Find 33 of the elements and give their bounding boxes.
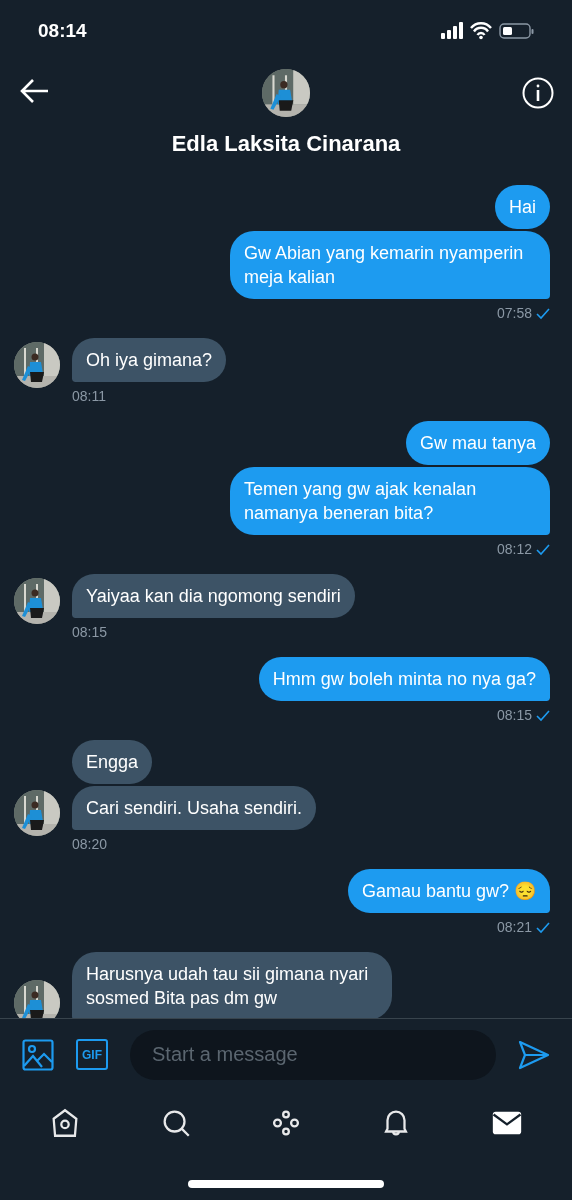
- message-bubble: Cari sendiri. Usaha sendiri.: [72, 786, 317, 830]
- message-bubble: Yaiyaa kan dia ngomong sendiri: [72, 574, 355, 618]
- info-icon: [522, 77, 554, 109]
- message-bubble: Temen yang gw ajak kenalan namanya beneran bita?: [230, 467, 550, 535]
- message-time: 08:15: [496, 706, 532, 725]
- contact-name: Edla Laksita Cinarana: [171, 130, 401, 158]
- message-bubble: Gamau bantu gw? 😔: [347, 869, 550, 913]
- signal-icon: [441, 22, 463, 40]
- message-bubble: Engga: [72, 740, 153, 784]
- message-time: 08:11: [72, 387, 106, 406]
- back-arrow-icon: [20, 78, 50, 104]
- message-bubble: Hmm gw boleh minta no nya ga?: [258, 657, 550, 701]
- message-time: 08:12: [496, 540, 532, 559]
- image-icon: [22, 1038, 54, 1071]
- message-bubble: Gw mau tanya: [405, 421, 550, 465]
- back-button[interactable]: [20, 78, 50, 104]
- message-time: 07:58: [496, 304, 532, 323]
- message-input[interactable]: Start a message: [130, 1029, 496, 1080]
- wifi-icon: [470, 22, 492, 40]
- message-time: 08:21: [496, 918, 532, 937]
- info-button[interactable]: [522, 77, 554, 109]
- gif-button[interactable]: GIF: [76, 1039, 108, 1070]
- message-bubble: Hai: [495, 185, 550, 229]
- message-time: 08:20: [72, 835, 108, 854]
- message-bubble: Harusnya udah tau sii gimana nyari sosmed Bita pas dm gw: [72, 952, 392, 1018]
- status-time: 08:14: [38, 18, 87, 43]
- send-icon: [518, 1039, 550, 1070]
- image-button[interactable]: [22, 1038, 54, 1071]
- message-time: 08:15: [72, 623, 108, 642]
- send-button[interactable]: [518, 1039, 550, 1070]
- message-bubble: Oh iya gimana?: [72, 338, 227, 382]
- battery-icon: [499, 23, 534, 39]
- message-bubble: Gw Abian yang kemarin nyamperin meja kalian: [230, 231, 550, 299]
